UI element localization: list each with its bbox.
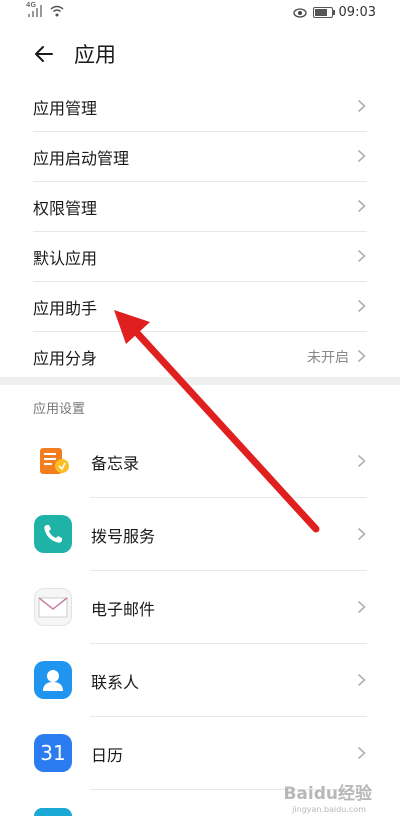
chevron-right-icon — [357, 454, 366, 468]
menu-item-label: 应用启动管理 — [33, 149, 130, 168]
app-item-memo[interactable]: 备忘录 — [0, 425, 400, 498]
app-item-contacts[interactable]: 联系人 — [0, 644, 400, 717]
status-time: 09:03 — [338, 5, 376, 20]
app-settings-list: 备忘录 拨号服务 电子邮件 联系人 31 日历 — [0, 425, 400, 790]
battery-icon — [312, 7, 335, 18]
page-title: 应用 — [74, 43, 116, 67]
chevron-right-icon — [357, 600, 366, 614]
mail-icon — [34, 588, 72, 626]
chevron-right-icon — [357, 349, 366, 363]
menu-item-status: 未开启 — [307, 350, 349, 366]
back-arrow-icon[interactable] — [32, 42, 56, 66]
menu-item-label: 默认应用 — [33, 249, 98, 268]
eye-comfort-icon — [292, 7, 307, 18]
calendar-icon-date: 31 — [40, 741, 66, 765]
chevron-right-icon — [357, 149, 366, 163]
wifi-icon — [50, 5, 64, 17]
menu-item-app-management[interactable]: 应用管理 — [33, 82, 367, 132]
watermark: Baidu经验 — [283, 784, 372, 804]
header: 应用 — [0, 30, 400, 80]
menu-item-label: 应用管理 — [33, 99, 98, 118]
app-item-label: 拨号服务 — [91, 527, 156, 546]
chevron-right-icon — [357, 249, 366, 263]
contacts-icon — [34, 661, 72, 699]
app-menu-list: 应用管理 应用启动管理 权限管理 默认应用 应用助手 应用分身 未开启 — [0, 82, 400, 381]
menu-item-label: 应用助手 — [33, 299, 98, 318]
section-title: 应用设置 — [33, 402, 86, 417]
chevron-right-icon — [357, 527, 366, 541]
menu-item-default-apps[interactable]: 默认应用 — [33, 232, 367, 282]
menu-item-label: 应用分身 — [33, 349, 98, 368]
watermark-url: jingyan.baidu.com — [292, 805, 366, 814]
memo-icon — [34, 442, 72, 480]
chevron-right-icon — [357, 673, 366, 687]
section-divider — [0, 377, 400, 385]
status-bar: 4G 09:03 — [0, 0, 400, 26]
chevron-right-icon — [357, 746, 366, 760]
menu-item-label: 权限管理 — [33, 199, 98, 218]
chevron-right-icon — [357, 199, 366, 213]
menu-item-startup-management[interactable]: 应用启动管理 — [33, 132, 367, 182]
cellular-signal-icon: 4G — [26, 1, 44, 17]
calendar-icon: 31 — [34, 734, 72, 772]
phone-icon — [34, 515, 72, 553]
menu-item-app-twin[interactable]: 应用分身 未开启 — [33, 332, 367, 381]
app-item-label: 联系人 — [91, 673, 140, 692]
app-item-label: 电子邮件 — [91, 600, 156, 619]
app-item-label: 备忘录 — [91, 454, 140, 473]
network-type: 4G — [26, 1, 36, 9]
chevron-right-icon — [357, 99, 366, 113]
menu-item-permission-management[interactable]: 权限管理 — [33, 182, 367, 232]
app-item-email[interactable]: 电子邮件 — [0, 571, 400, 644]
menu-item-app-assistant[interactable]: 应用助手 — [33, 282, 367, 332]
app-item-label: 日历 — [91, 746, 124, 765]
next-app-icon[interactable] — [34, 808, 72, 816]
chevron-right-icon — [357, 299, 366, 313]
app-item-dialer[interactable]: 拨号服务 — [0, 498, 400, 571]
